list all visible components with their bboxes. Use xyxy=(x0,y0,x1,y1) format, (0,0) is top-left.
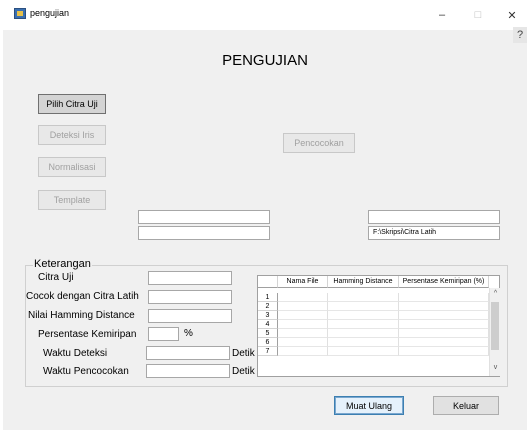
table-cell[interactable] xyxy=(328,320,399,329)
down-arrow-icon[interactable]: v xyxy=(490,364,501,371)
row-header: 2 xyxy=(258,302,278,311)
hamming-distance-label: Nilai Hamming Distance xyxy=(28,310,135,321)
waktu-pencocokan-label: Waktu Pencocokan xyxy=(43,366,129,377)
table-cell[interactable] xyxy=(278,320,328,329)
table-cell[interactable] xyxy=(328,347,399,356)
waktu-deteksi-label: Waktu Deteksi xyxy=(43,348,108,359)
maximize-button[interactable]: □ xyxy=(460,0,496,30)
up-arrow-icon[interactable]: ^ xyxy=(490,290,501,297)
table-cell[interactable] xyxy=(399,311,489,320)
normalisasi-button[interactable]: Normalisasi xyxy=(38,157,106,177)
table-cell[interactable] xyxy=(399,347,489,356)
table-cell[interactable] xyxy=(278,293,328,302)
table-cell[interactable] xyxy=(399,302,489,311)
table-cell[interactable] xyxy=(328,302,399,311)
table-corner xyxy=(258,276,278,288)
keluar-button[interactable]: Keluar xyxy=(433,396,499,415)
row-header: 3 xyxy=(258,311,278,320)
window-title: pengujian xyxy=(30,8,70,18)
template-button[interactable]: Template xyxy=(38,190,106,210)
app-icon xyxy=(14,8,26,19)
table-cell[interactable] xyxy=(278,302,328,311)
citra-uji-field[interactable] xyxy=(148,271,232,285)
table-cell[interactable] xyxy=(328,311,399,320)
citra-uji-label: Citra Uji xyxy=(38,272,74,283)
row-header: 5 xyxy=(258,329,278,338)
muat-ulang-button[interactable]: Muat Ulang xyxy=(334,396,404,415)
table-cell[interactable] xyxy=(399,329,489,338)
table-cell[interactable] xyxy=(328,329,399,338)
citra-latih-name-field[interactable] xyxy=(368,210,500,224)
persentase-field[interactable] xyxy=(148,327,179,341)
scrollbar-thumb[interactable] xyxy=(491,302,499,350)
table-cell[interactable] xyxy=(399,338,489,347)
table-vertical-scrollbar[interactable]: ^ v xyxy=(489,288,500,376)
waktu-pencocokan-field[interactable] xyxy=(146,364,230,378)
waktu-deteksi-field[interactable] xyxy=(146,346,230,360)
table-cell[interactable] xyxy=(278,338,328,347)
table-cell[interactable] xyxy=(328,338,399,347)
deteksi-iris-button[interactable]: Deteksi Iris xyxy=(38,125,106,145)
cocok-citra-latih-label: Cocok dengan Citra Latih xyxy=(26,291,139,302)
row-header: 7 xyxy=(258,347,278,356)
cocok-citra-latih-field[interactable] xyxy=(148,290,232,304)
persentase-label: Persentase Kemiripan xyxy=(38,329,137,340)
table-cell[interactable] xyxy=(399,293,489,302)
table-cell[interactable] xyxy=(278,347,328,356)
results-table[interactable]: Nama File Hamming Distance Persentase Ke… xyxy=(257,275,500,377)
citra-uji-info-field[interactable] xyxy=(138,226,270,240)
row-header: 4 xyxy=(258,320,278,329)
hamming-distance-field[interactable] xyxy=(148,309,232,323)
close-button[interactable]: ✕ xyxy=(494,0,530,30)
table-cell[interactable] xyxy=(278,311,328,320)
row-header: 1 xyxy=(258,293,278,302)
row-header: 6 xyxy=(258,338,278,347)
help-button[interactable]: ? xyxy=(513,27,527,43)
waktu-pencocokan-unit: Detik xyxy=(232,366,255,377)
keterangan-title: Keterangan xyxy=(33,258,92,270)
percent-unit: % xyxy=(184,328,193,339)
table-cell[interactable] xyxy=(328,293,399,302)
citra-latih-folder-field[interactable]: F:\Skripsi\Citra Latih xyxy=(368,226,500,240)
waktu-deteksi-unit: Detik xyxy=(232,348,255,359)
column-header-hamming-distance[interactable]: Hamming Distance xyxy=(328,276,399,288)
column-header-persentase[interactable]: Persentase Kemiripan (%) xyxy=(399,276,489,288)
pencocokan-button[interactable]: Pencocokan xyxy=(283,133,355,153)
title-bar: pengujian – □ ✕ xyxy=(0,0,530,30)
page-title: PENGUJIAN xyxy=(222,52,308,69)
minimize-button[interactable]: – xyxy=(424,0,460,30)
column-header-nama-file[interactable]: Nama File xyxy=(278,276,328,288)
citra-uji-path-field[interactable] xyxy=(138,210,270,224)
pilih-citra-uji-button[interactable]: Pilih Citra Uji xyxy=(38,94,106,114)
table-cell[interactable] xyxy=(399,320,489,329)
table-cell[interactable] xyxy=(278,329,328,338)
